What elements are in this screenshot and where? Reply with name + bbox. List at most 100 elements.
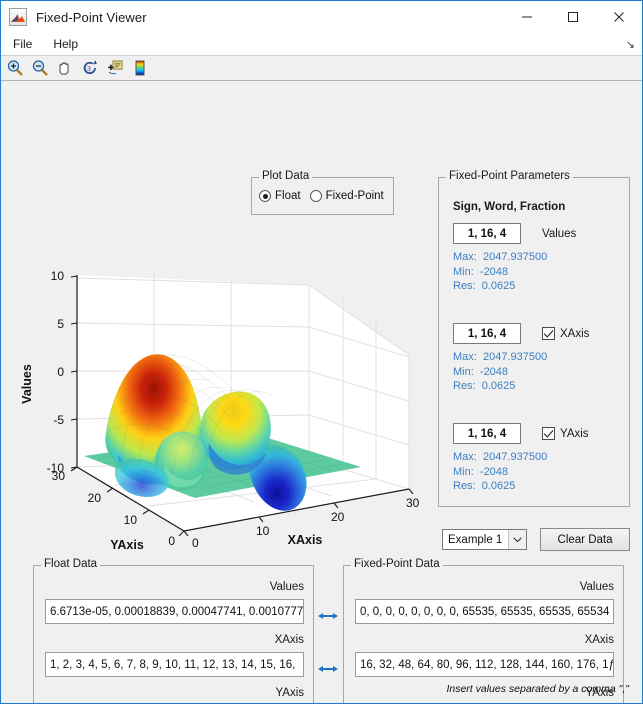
values-min-line: Min: -2048 xyxy=(453,265,625,280)
param-block-xaxis: 1, 16, 4 XAxis Max: 2047.937500 Min: -20… xyxy=(453,323,625,394)
values-max-line: Max: 2047.937500 xyxy=(453,250,625,265)
fp-xaxis-input[interactable]: 16, 32, 48, 64, 80, 96, 112, 128, 144, 1… xyxy=(355,652,614,677)
zoom-in-button[interactable] xyxy=(4,57,26,79)
sign-word-fraction-heading: Sign, Word, Fraction xyxy=(453,201,566,213)
menu-bar: File Help ↘ xyxy=(1,33,642,56)
radio-float-mark[interactable] xyxy=(259,190,271,202)
xaxis-max-line: Max: 2047.937500 xyxy=(453,350,625,365)
y-tick-0: 0 xyxy=(168,534,175,548)
radio-float[interactable]: Float xyxy=(259,190,301,202)
float-xaxis-input[interactable]: 1, 2, 3, 4, 5, 6, 7, 8, 9, 10, 11, 12, 1… xyxy=(45,652,304,677)
fp-xaxis-label: XAxis xyxy=(584,634,614,646)
minimize-button[interactable] xyxy=(504,1,550,33)
toolbar: 3 xyxy=(1,56,642,81)
yaxis-side-label: YAxis xyxy=(560,427,589,440)
values-min-label: Min: xyxy=(453,265,474,278)
chevron-down-icon[interactable] xyxy=(508,530,526,549)
fixed-point-parameters-legend: Fixed-Point Parameters xyxy=(446,170,573,182)
x-tick-10: 10 xyxy=(256,524,270,538)
radio-float-label: Float xyxy=(275,190,301,202)
yaxis-format-field[interactable]: 1, 16, 4 xyxy=(453,423,521,444)
z-tick-neg5: -5 xyxy=(53,413,64,427)
zoom-out-button[interactable] xyxy=(29,57,51,79)
yaxis-max-line: Max: 2047.937500 xyxy=(453,450,625,465)
xaxis-min-line: Min: -2048 xyxy=(453,365,625,380)
y-tick-20: 20 xyxy=(88,491,102,505)
xaxis-checkbox[interactable] xyxy=(542,327,555,340)
values-res-value: 0.0625 xyxy=(481,280,516,292)
param-block-values: 1, 16, 4 Values Max: 2047.937500 Min: -2… xyxy=(453,223,625,294)
float-data-legend: Float Data xyxy=(41,558,101,570)
rotate-3d-button[interactable]: 3 xyxy=(79,57,101,79)
float-yaxis-label: YAxis xyxy=(275,687,304,699)
matlab-membrane-glyph xyxy=(11,14,25,22)
data-cursor-button[interactable] xyxy=(104,57,126,79)
radio-fixed-point-mark[interactable] xyxy=(309,190,322,202)
left-right-arrow-icon xyxy=(318,666,338,672)
footer-hint: Insert values separated by a comma "," xyxy=(446,683,629,695)
menu-file[interactable]: File xyxy=(4,35,41,53)
yaxis-min-label: Min: xyxy=(453,465,474,478)
z-tick-10: 10 xyxy=(51,269,65,283)
xaxis-side-label: XAxis xyxy=(560,327,590,340)
swap-values-arrow[interactable] xyxy=(317,609,339,623)
y-tick-10: 10 xyxy=(124,513,138,527)
menu-resize-handle-icon[interactable]: ↘ xyxy=(626,38,635,51)
yaxis-res-line: Res: 0.0625 xyxy=(453,479,625,494)
fixed-point-parameters-group: Fixed-Point Parameters Sign, Word, Fract… xyxy=(438,170,630,507)
pan-button[interactable] xyxy=(54,57,76,79)
param-block-yaxis: 1, 16, 4 YAxis Max: 2047.937500 Min: -20… xyxy=(453,423,625,494)
radio-fixed-point[interactable]: Fixed-Point xyxy=(309,190,384,202)
fp-values-label: Values xyxy=(579,581,614,593)
xaxis-res-line: Res: 0.0625 xyxy=(453,379,625,394)
x-tick-30: 30 xyxy=(406,496,420,510)
values-res-label: Res: xyxy=(453,280,476,292)
yaxis-res-value: 0.0625 xyxy=(481,480,516,492)
float-xaxis-label: XAxis xyxy=(274,634,304,646)
values-format-field[interactable]: 1, 16, 4 xyxy=(453,223,521,244)
fixed-point-viewer-window: Fixed-Point Viewer File Help ↘ 3 10 5 0 … xyxy=(0,0,643,704)
pan-hand-icon xyxy=(59,62,69,75)
plot-data-legend: Plot Data xyxy=(259,170,313,182)
window-title: Fixed-Point Viewer xyxy=(36,9,147,25)
surface-plot[interactable]: 10 5 0 -5 -10 30 20 10 0 0 10 20 30 Valu… xyxy=(9,179,434,554)
y-axis-label: YAxis xyxy=(110,538,144,552)
rotate-3d-icon: 3 xyxy=(83,60,97,74)
left-right-arrow-icon xyxy=(318,613,338,619)
values-max-label: Max: xyxy=(453,251,477,263)
maximize-button[interactable] xyxy=(550,1,596,33)
yaxis-checkbox[interactable] xyxy=(542,427,555,440)
plot-data-group: Plot Data Float Fixed-Point xyxy=(251,170,394,215)
float-data-group: Float Data Values 6.6713e-05, 0.00018839… xyxy=(33,558,314,703)
yaxis-min-line: Min: -2048 xyxy=(453,465,625,480)
radio-fixed-point-label: Fixed-Point xyxy=(325,190,384,202)
fp-values-input[interactable]: 0, 0, 0, 0, 0, 0, 0, 0, 65535, 65535, 65… xyxy=(355,599,614,624)
values-min-value: -2048 xyxy=(479,265,509,278)
values-max-value: 2047.937500 xyxy=(482,251,548,263)
app-icon xyxy=(9,8,27,26)
clear-data-button[interactable]: Clear Data xyxy=(540,528,630,551)
yaxis-res-label: Res: xyxy=(453,480,476,492)
example-select[interactable]: Example 1 xyxy=(442,529,527,550)
values-side-label: Values xyxy=(542,227,577,240)
values-res-line: Res: 0.0625 xyxy=(453,279,625,294)
float-values-input[interactable]: 6.6713e-05, 0.00018839, 0.00047741, 0.00… xyxy=(45,599,304,624)
colorbar-button[interactable] xyxy=(129,57,151,79)
maximize-icon xyxy=(568,12,578,22)
svg-text:3: 3 xyxy=(87,66,91,73)
menu-help[interactable]: Help xyxy=(44,35,87,53)
swap-xaxis-arrow[interactable] xyxy=(317,662,339,676)
fixed-point-data-legend: Fixed-Point Data xyxy=(351,558,443,570)
xaxis-max-value: 2047.937500 xyxy=(482,351,548,363)
close-button[interactable] xyxy=(596,1,642,33)
xaxis-min-label: Min: xyxy=(453,365,474,378)
data-cursor-icon xyxy=(108,60,123,75)
xaxis-format-field[interactable]: 1, 16, 4 xyxy=(453,323,521,344)
x-tick-20: 20 xyxy=(331,510,345,524)
xaxis-res-label: Res: xyxy=(453,380,476,392)
zoom-in-icon xyxy=(7,60,23,76)
yaxis-max-label: Max: xyxy=(453,451,477,463)
z-tick-0: 0 xyxy=(57,365,64,379)
main-content: 10 5 0 -5 -10 30 20 10 0 0 10 20 30 Valu… xyxy=(1,82,642,703)
example-select-value: Example 1 xyxy=(448,533,503,546)
